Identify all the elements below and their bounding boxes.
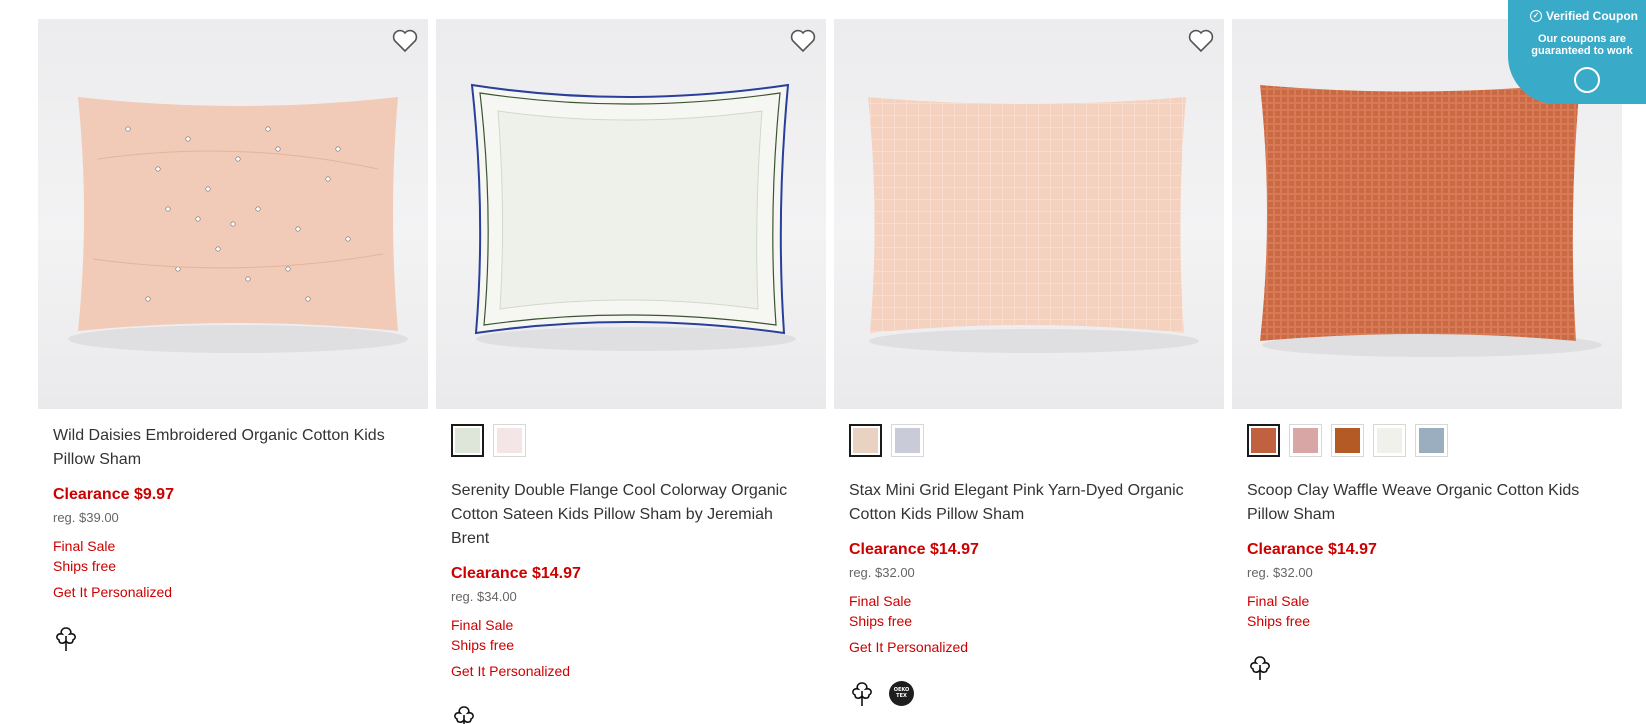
product-card: Wild Daisies Embroidered Organic Cotton … — [38, 19, 428, 652]
color-swatch[interactable] — [1415, 424, 1448, 457]
badge-row — [451, 703, 826, 724]
pillow-image — [470, 83, 796, 351]
product-image[interactable] — [436, 19, 826, 409]
product-image[interactable] — [834, 19, 1224, 409]
favorite-heart-icon[interactable] — [789, 28, 817, 54]
regular-price: reg. $32.00 — [849, 565, 915, 580]
product-image[interactable] — [38, 19, 428, 409]
final-sale-label: Final Sale — [849, 593, 912, 609]
color-swatches — [1247, 424, 1622, 460]
coupon-title: ✓ Verified Coupon — [1508, 9, 1646, 23]
final-sale-label: Final Sale — [1247, 593, 1310, 609]
pillow-image — [68, 97, 408, 353]
ships-free-label: Ships free — [53, 558, 117, 574]
regular-price: reg. $34.00 — [451, 589, 517, 604]
color-swatch[interactable] — [451, 424, 484, 457]
cotton-icon — [1250, 656, 1270, 680]
regular-price: reg. $39.00 — [53, 510, 119, 525]
get-personalized-link[interactable]: Get It Personalized — [451, 661, 826, 681]
get-personalized-link[interactable]: Get It Personalized — [849, 637, 1224, 657]
badge-row — [53, 624, 428, 652]
product-card: Serenity Double Flange Cool Colorway Org… — [436, 19, 826, 724]
ships-free-label: Ships free — [1247, 613, 1311, 629]
product-name[interactable]: Stax Mini Grid Elegant Pink Yarn-Dyed Or… — [849, 479, 1199, 527]
color-swatch[interactable] — [493, 424, 526, 457]
final-sale-label: Final Sale — [451, 617, 514, 633]
color-swatches — [451, 424, 826, 460]
badge-row — [1247, 653, 1622, 681]
color-swatch[interactable] — [1289, 424, 1322, 457]
oeko-tex-icon: OEKO TEX — [889, 680, 914, 706]
product-info: Scoop Clay Waffle Weave Organic Cotton K… — [1232, 409, 1622, 681]
clearance-price: Clearance $14.97 — [1247, 541, 1377, 558]
regular-price: reg. $32.00 — [1247, 565, 1313, 580]
product-grid: Wild Daisies Embroidered Organic Cotton … — [38, 19, 1624, 724]
cotton-icon — [56, 627, 76, 651]
color-swatch[interactable] — [891, 424, 924, 457]
product-card: Stax Mini Grid Elegant Pink Yarn-Dyed Or… — [834, 19, 1224, 707]
product-info: Wild Daisies Embroidered Organic Cotton … — [38, 409, 428, 652]
pillow-image — [868, 97, 1199, 353]
product-name[interactable]: Serenity Double Flange Cool Colorway Org… — [451, 479, 801, 551]
product-name[interactable]: Scoop Clay Waffle Weave Organic Cotton K… — [1247, 479, 1597, 527]
color-swatch[interactable] — [1373, 424, 1406, 457]
color-swatch[interactable] — [1247, 424, 1280, 457]
cotton-icon — [454, 706, 474, 724]
coupon-title-text: Verified Coupon — [1545, 9, 1638, 23]
color-swatch[interactable] — [1331, 424, 1364, 457]
color-swatch[interactable] — [849, 424, 882, 457]
verified-coupon-widget[interactable]: ✓ Verified Coupon Our coupons are guaran… — [1508, 0, 1646, 104]
clearance-price: Clearance $9.97 — [53, 486, 174, 503]
coupon-subtitle: Our coupons are guaranteed to work — [1531, 33, 1633, 57]
product-info: Stax Mini Grid Elegant Pink Yarn-Dyed Or… — [834, 409, 1224, 707]
ships-free-label: Ships free — [849, 613, 913, 629]
color-swatches — [849, 424, 1224, 460]
coupon-logo-icon — [1574, 67, 1600, 93]
badge-row: OEKO TEX — [849, 679, 1224, 707]
product-info: Serenity Double Flange Cool Colorway Org… — [436, 409, 826, 724]
get-personalized-link[interactable]: Get It Personalized — [53, 582, 428, 602]
ships-free-label: Ships free — [451, 637, 515, 653]
final-sale-label: Final Sale — [53, 538, 116, 554]
clearance-price: Clearance $14.97 — [451, 565, 581, 582]
favorite-heart-icon[interactable] — [1187, 28, 1215, 54]
favorite-heart-icon[interactable] — [391, 28, 419, 54]
product-card: Scoop Clay Waffle Weave Organic Cotton K… — [1232, 19, 1622, 681]
check-circle-icon: ✓ — [1529, 10, 1542, 22]
clearance-price: Clearance $14.97 — [849, 541, 979, 558]
cotton-icon — [852, 682, 872, 706]
product-name[interactable]: Wild Daisies Embroidered Organic Cotton … — [53, 424, 403, 472]
